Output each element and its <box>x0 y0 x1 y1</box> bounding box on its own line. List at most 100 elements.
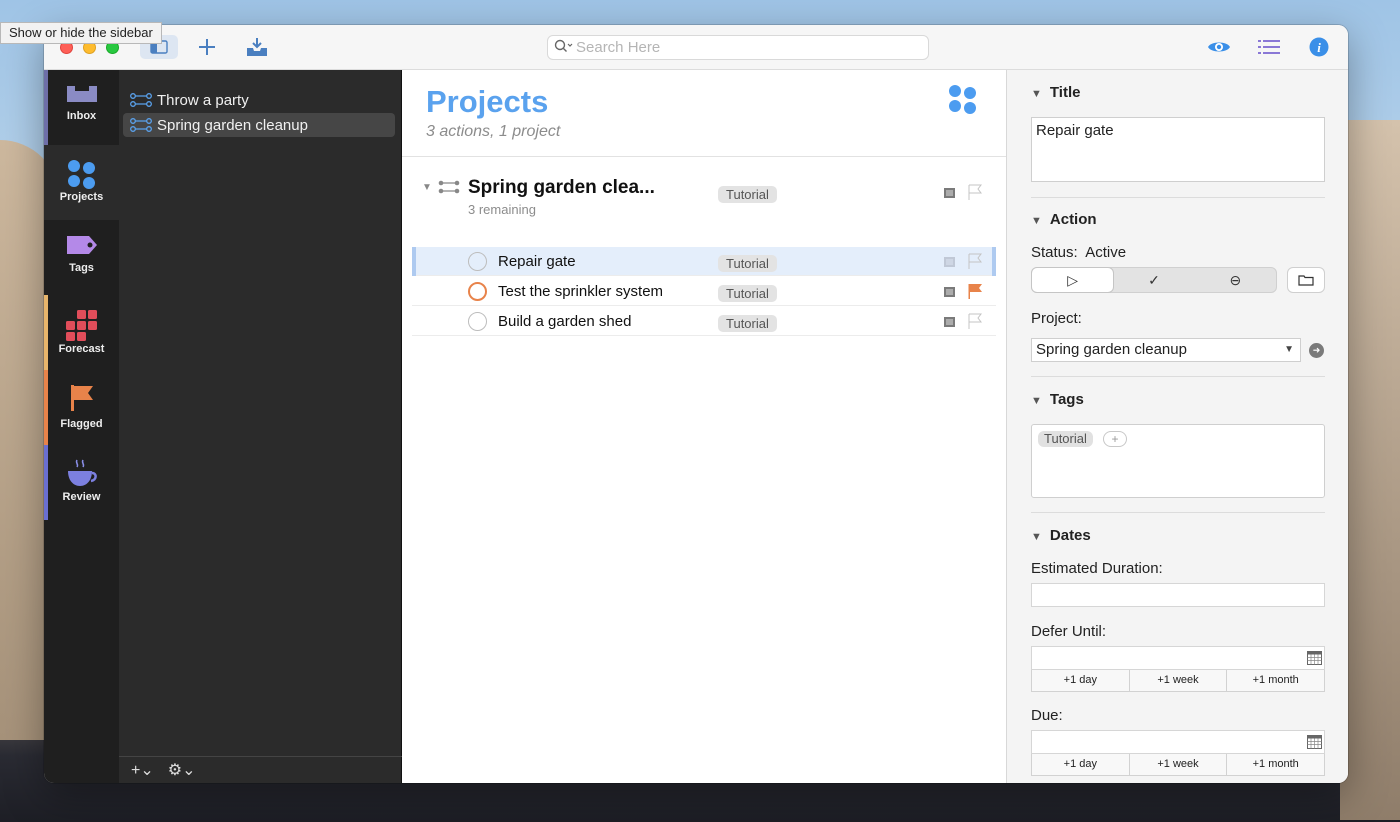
add-action-button[interactable] <box>194 35 220 59</box>
add-tag-button[interactable]: + <box>1103 431 1127 447</box>
defer-plus-day-button[interactable]: +1 day <box>1032 670 1130 691</box>
tag-pill[interactable]: Tutorial <box>718 255 777 272</box>
task-title[interactable]: Repair gate <box>498 253 576 270</box>
due-field[interactable] <box>1031 730 1325 754</box>
forecast-icon <box>65 310 97 341</box>
tag-pill[interactable]: Tutorial <box>718 285 777 302</box>
project-title[interactable]: Spring garden clea... <box>468 177 655 199</box>
perspective-review-marker <box>44 445 48 520</box>
due-plus-month-button[interactable]: +1 month <box>1227 754 1324 775</box>
task-checkbox[interactable] <box>468 282 487 301</box>
estimated-duration-field[interactable] <box>1031 583 1325 607</box>
perspective-projects[interactable]: Projects <box>44 145 119 220</box>
add-folder-button[interactable]: +⌄ <box>131 760 154 780</box>
tag-pill[interactable]: Tutorial <box>718 186 777 203</box>
sidebar-footer: +⌄ ⚙⌄ <box>119 756 402 783</box>
tag-chip[interactable]: Tutorial <box>1038 431 1093 447</box>
flag-outline-icon[interactable] <box>968 253 982 269</box>
defer-plus-month-button[interactable]: +1 month <box>1227 670 1324 691</box>
calendar-icon[interactable] <box>1307 651 1322 665</box>
tag-pill[interactable]: Tutorial <box>718 315 777 332</box>
status-completed-button[interactable]: ✓ <box>1113 268 1194 292</box>
tags-field[interactable]: Tutorial + <box>1031 424 1325 498</box>
status-row: Status: Active <box>1031 244 1126 261</box>
disclosure-triangle-icon[interactable]: ▼ <box>1031 531 1042 543</box>
perspective-forecast[interactable]: Forecast <box>44 295 119 370</box>
search-field[interactable]: Search Here <box>547 35 929 60</box>
task-row[interactable]: Test the sprinkler system Tutorial <box>412 277 996 306</box>
task-row[interactable]: Repair gate Tutorial <box>412 247 996 276</box>
perspective-label: Projects <box>59 191 104 203</box>
folder-icon <box>1298 275 1314 286</box>
inspector-list-button[interactable] <box>1256 35 1282 59</box>
note-icon[interactable] <box>944 188 955 198</box>
desktop-dune-right <box>1340 120 1400 820</box>
disclosure-triangle-icon[interactable]: ▼ <box>1031 395 1042 407</box>
perspective-label: Flagged <box>60 418 103 430</box>
perspective-forecast-marker <box>44 295 48 370</box>
note-icon[interactable] <box>944 287 955 297</box>
defer-quick-buttons: +1 day +1 week +1 month <box>1031 670 1325 692</box>
defer-until-field[interactable] <box>1031 646 1325 670</box>
note-icon[interactable] <box>944 257 955 267</box>
due-quick-buttons: +1 day +1 week +1 month <box>1031 754 1325 776</box>
task-checkbox[interactable] <box>468 312 487 331</box>
status-label: Status: <box>1031 244 1078 261</box>
project-row[interactable]: ▼ Spring garden clea... 3 remaining Tuto… <box>412 174 996 217</box>
flag-icon[interactable] <box>968 283 982 299</box>
sidebar-item-spring-garden-cleanup[interactable]: Spring garden cleanup <box>123 113 395 137</box>
defer-plus-week-button[interactable]: +1 week <box>1130 670 1228 691</box>
project-select[interactable]: Spring garden cleanup ▼ <box>1031 338 1301 362</box>
disclosure-triangle-icon[interactable]: ▼ <box>1031 215 1042 227</box>
due-plus-week-button[interactable]: +1 week <box>1130 754 1228 775</box>
project-select-value: Spring garden cleanup <box>1036 341 1187 358</box>
inspector-toggle-button[interactable]: i <box>1308 35 1330 59</box>
status-value: Active <box>1085 244 1127 261</box>
title-section-header[interactable]: ▼ Title <box>1031 84 1080 101</box>
tags-section-header[interactable]: ▼ Tags <box>1031 391 1084 408</box>
perspective-bar: Inbox Projects Tags Forecast Flagged Rev… <box>44 70 119 783</box>
calendar-icon[interactable] <box>1307 735 1322 749</box>
plus-icon <box>199 39 215 55</box>
status-active-button[interactable]: ▷ <box>1032 268 1114 292</box>
search-placeholder: Search Here <box>576 39 661 56</box>
sidebar-settings-button[interactable]: ⚙⌄ <box>168 760 196 780</box>
disclosure-triangle-icon[interactable]: ▼ <box>1031 88 1042 100</box>
projects-icon <box>949 85 976 114</box>
task-title[interactable]: Test the sprinkler system <box>498 283 663 300</box>
title-field[interactable]: Repair gate <box>1031 117 1325 182</box>
flag-outline-icon[interactable] <box>968 184 982 200</box>
perspective-inbox[interactable]: Inbox <box>44 70 119 145</box>
disclosure-triangle-icon[interactable]: ▼ <box>422 182 432 193</box>
flag-outline-icon[interactable] <box>968 313 982 329</box>
move-to-folder-button[interactable] <box>1287 267 1325 293</box>
project-icon <box>129 93 155 107</box>
task-row[interactable]: Build a garden shed Tutorial <box>412 307 996 336</box>
status-dropped-button[interactable]: ⊖ <box>1195 268 1276 292</box>
eye-icon <box>1208 42 1230 52</box>
estimated-duration-label: Estimated Duration: <box>1031 560 1163 577</box>
perspective-label: Review <box>62 491 101 503</box>
due-plus-day-button[interactable]: +1 day <box>1032 754 1130 775</box>
status-segmented-control: ▷ ✓ ⊖ <box>1031 267 1277 293</box>
quick-entry-button[interactable] <box>244 35 270 59</box>
perspective-review[interactable]: Review <box>44 445 119 520</box>
perspective-label: Forecast <box>58 343 105 355</box>
due-label: Due: <box>1031 707 1063 724</box>
sidebar-item-throw-a-party[interactable]: Throw a party <box>123 88 395 112</box>
task-title[interactable]: Build a garden shed <box>498 313 631 330</box>
defer-until-label: Defer Until: <box>1031 623 1107 640</box>
action-section-header[interactable]: ▼ Action <box>1031 211 1097 228</box>
note-icon[interactable] <box>944 317 955 327</box>
go-to-project-icon[interactable]: ➜ <box>1309 343 1324 358</box>
project-icon <box>438 180 460 194</box>
project-label: Project: <box>1031 310 1082 327</box>
section-title: Title <box>1049 84 1081 101</box>
dates-section-header[interactable]: ▼ Dates <box>1031 527 1091 544</box>
view-options-button[interactable] <box>1206 35 1232 59</box>
app-window: Search Here i Inbox Projects Tags Foreca… <box>44 25 1348 783</box>
project-remaining: 3 remaining <box>468 202 536 217</box>
perspective-flagged[interactable]: Flagged <box>44 370 119 445</box>
perspective-tags[interactable]: Tags <box>44 220 119 295</box>
task-checkbox[interactable] <box>468 252 487 271</box>
